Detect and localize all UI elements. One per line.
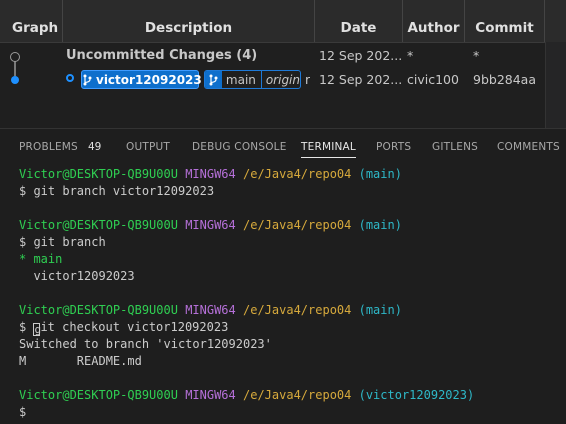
uncommitted-date: 12 Sep 202...: [319, 48, 403, 63]
output-line: M README.md: [19, 354, 142, 368]
prompt-path: /e/Java4/repo04: [243, 167, 352, 181]
tab-ports[interactable]: PORTS: [376, 129, 411, 164]
branch-tag-main[interactable]: main origin: [204, 70, 301, 89]
prompt-line: Victor@DESKTOP-QB9U00U MINGW64 /e/Java4/…: [19, 166, 402, 183]
output-line: Switched to branch 'victor12092023': [19, 337, 272, 351]
command-line: $ git checkout victor12092023: [19, 319, 228, 336]
column-header-author[interactable]: Author: [403, 0, 465, 42]
prompt-path: /e/Java4/repo04: [243, 388, 352, 402]
git-graph-panel: Graph Description Date Author Commit Unc…: [0, 0, 566, 128]
prompt-line: Victor@DESKTOP-QB9U00U MINGW64 /e/Java4/…: [19, 302, 402, 319]
command-prefix: $: [19, 320, 34, 334]
graph-scrollbar[interactable]: [545, 42, 566, 128]
prompt-env: MINGW64: [185, 303, 236, 317]
remote-tag-label: origin: [265, 72, 300, 87]
column-header-description[interactable]: Description: [63, 0, 315, 42]
branch-tag-victor[interactable]: victor12092023: [81, 70, 202, 89]
graph-table-header: Graph Description Date Author Commit: [0, 0, 566, 43]
commit-row[interactable]: victor12092023 main origin r 12 Sep 202.…: [0, 68, 545, 92]
prompt-line: Victor@DESKTOP-QB9U00U MINGW64 /e/Java4/…: [19, 387, 474, 404]
output-line: * main: [19, 252, 63, 266]
tab-output[interactable]: OUTPUT: [126, 129, 170, 164]
column-header-graph[interactable]: Graph: [0, 0, 63, 42]
output-line: victor12092023: [19, 269, 135, 283]
prompt-branch: (victor12092023): [358, 388, 475, 402]
truncated-message: r: [305, 72, 311, 87]
tab-comments[interactable]: COMMENTS: [497, 129, 560, 164]
prompt-branch: (main): [358, 218, 402, 232]
prompt-user: Victor@DESKTOP-QB9U00U: [19, 218, 178, 232]
tab-debug-console[interactable]: DEBUG CONSOLE: [192, 129, 287, 164]
tab-gitlens[interactable]: GITLENS: [432, 129, 478, 164]
column-header-date[interactable]: Date: [315, 0, 403, 42]
terminal-output[interactable]: Victor@DESKTOP-QB9U00U MINGW64 /e/Java4/…: [0, 165, 566, 424]
prompt-env: MINGW64: [185, 167, 236, 181]
uncommitted-author: *: [407, 48, 414, 63]
command-rest: it checkout victor12092023: [40, 320, 229, 334]
commit-date: 12 Sep 202...: [319, 72, 403, 87]
prompt-env: MINGW64: [185, 218, 236, 232]
uncommitted-changes-row[interactable]: Uncommitted Changes (4) 12 Sep 202... * …: [0, 44, 545, 68]
commit-author: civic100: [407, 72, 459, 87]
prompt-user: Victor@DESKTOP-QB9U00U: [19, 303, 178, 317]
uncommitted-commit: *: [473, 48, 480, 63]
branch-icon: [82, 70, 92, 89]
prompt-path: /e/Java4/repo04: [243, 218, 352, 232]
branch-tag-label: victor12092023: [96, 72, 202, 87]
prompt-line: Victor@DESKTOP-QB9U00U MINGW64 /e/Java4/…: [19, 217, 402, 234]
command-line: $ git branch: [19, 235, 106, 249]
prompt-env: MINGW64: [185, 388, 236, 402]
problems-count-badge: 49: [88, 141, 102, 153]
head-indicator-icon: [66, 74, 74, 82]
prompt-user: Victor@DESKTOP-QB9U00U: [19, 388, 178, 402]
command-line: $ git branch victor12092023: [19, 184, 215, 198]
panel-tab-bar: PROBLEMS 49 OUTPUT DEBUG CONSOLE TERMINA…: [0, 128, 566, 164]
commit-hash: 9bb284aa: [473, 72, 537, 87]
branch-icon: [205, 71, 222, 88]
main-tag-label: main: [225, 72, 256, 87]
tab-terminal[interactable]: TERMINAL: [301, 129, 356, 164]
tab-problems[interactable]: PROBLEMS: [19, 129, 78, 164]
uncommitted-changes-label: Uncommitted Changes (4): [66, 48, 258, 63]
prompt-path: /e/Java4/repo04: [243, 303, 352, 317]
prompt-branch: (main): [358, 303, 402, 317]
input-prompt-line[interactable]: $: [19, 404, 26, 421]
prompt-branch: (main): [358, 167, 402, 181]
column-header-commit[interactable]: Commit: [465, 0, 545, 42]
prompt-user: Victor@DESKTOP-QB9U00U: [19, 167, 178, 181]
